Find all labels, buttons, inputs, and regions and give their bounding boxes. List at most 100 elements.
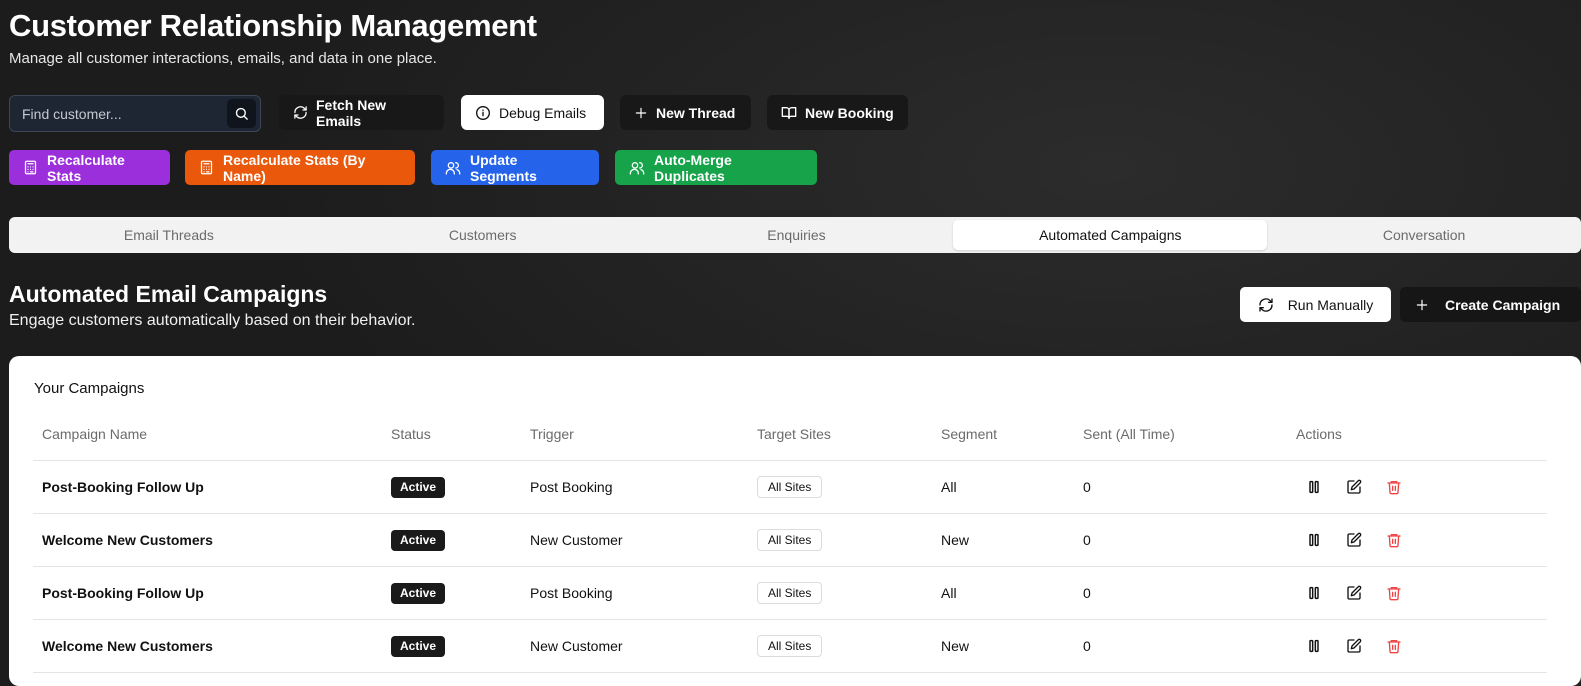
- update-segments-label: Update Segments: [470, 151, 537, 184]
- column-header: Campaign Name: [42, 426, 148, 442]
- create-campaign-label: Create Campaign: [1445, 296, 1561, 313]
- refresh-icon: [1258, 297, 1274, 313]
- target-sites-badge: All Sites: [757, 582, 823, 604]
- delete-icon[interactable]: [1386, 638, 1402, 654]
- search-input[interactable]: [10, 96, 220, 131]
- run-manually-label: Run Manually: [1287, 296, 1374, 313]
- calculator-icon: [23, 160, 38, 175]
- campaigns-table: Campaign Name Status Trigger Target Site…: [33, 426, 1547, 673]
- sent-cell: 0: [1083, 532, 1091, 548]
- status-cell: Active: [391, 514, 446, 566]
- trigger-cell: Post Booking: [530, 479, 613, 495]
- target-sites-badge: All Sites: [757, 529, 823, 551]
- section-subtitle: Engage customers automatically based on …: [9, 312, 416, 329]
- target-sites-cell: All Sites: [757, 461, 823, 513]
- column-header: Target Sites: [757, 426, 831, 442]
- status-cell: Active: [391, 461, 446, 513]
- campaign-name: Welcome New Customers: [42, 638, 213, 654]
- campaign-name: Post-Booking Follow Up: [42, 479, 204, 495]
- page-subtitle: Manage all customer interactions, emails…: [9, 50, 437, 67]
- column-header: Status: [391, 426, 431, 442]
- target-sites-cell: All Sites: [757, 620, 823, 672]
- edit-icon[interactable]: [1346, 585, 1362, 601]
- table-row: Post-Booking Follow Up Active Post Booki…: [33, 567, 1547, 620]
- pause-icon[interactable]: [1306, 585, 1322, 601]
- pause-icon[interactable]: [1306, 479, 1322, 495]
- segment-cell: All: [941, 479, 957, 495]
- tab-automated-campaigns[interactable]: Automated Campaigns: [953, 220, 1268, 250]
- book-open-icon: [781, 105, 797, 121]
- delete-icon[interactable]: [1386, 479, 1402, 495]
- tab-conversation[interactable]: Conversation: [1267, 220, 1581, 250]
- edit-icon[interactable]: [1346, 638, 1362, 654]
- delete-icon[interactable]: [1386, 532, 1402, 548]
- target-sites-badge: All Sites: [757, 476, 823, 498]
- delete-icon[interactable]: [1386, 585, 1402, 601]
- status-badge: Active: [391, 529, 446, 551]
- campaigns-card-title: Your Campaigns: [34, 380, 145, 397]
- column-header: Sent (All Time): [1083, 426, 1175, 442]
- run-manually-button[interactable]: Run Manually: [1240, 287, 1391, 322]
- pause-icon[interactable]: [1306, 638, 1322, 654]
- segment-cell: All: [941, 585, 957, 601]
- table-header-row: Campaign Name Status Trigger Target Site…: [33, 426, 1547, 461]
- status-cell: Active: [391, 567, 446, 619]
- fetch-emails-button[interactable]: Fetch New Emails: [279, 95, 444, 130]
- row-actions: [1306, 620, 1402, 672]
- create-campaign-button[interactable]: Create Campaign: [1400, 287, 1581, 322]
- trigger-cell: New Customer: [530, 532, 623, 548]
- recalculate-stats-label: Recalculate Stats: [47, 151, 125, 184]
- new-booking-button[interactable]: New Booking: [767, 95, 908, 130]
- trigger-cell: Post Booking: [530, 585, 613, 601]
- campaigns-card: Your Campaigns Campaign Name Status Trig…: [9, 356, 1581, 686]
- new-thread-label: New Thread: [656, 104, 736, 121]
- sent-cell: 0: [1083, 585, 1091, 601]
- edit-icon[interactable]: [1346, 479, 1362, 495]
- debug-emails-label: Debug Emails: [499, 104, 587, 121]
- recalculate-stats-by-name-label: Recalculate Stats (By Name): [223, 151, 366, 184]
- sent-cell: 0: [1083, 638, 1091, 654]
- plus-icon: [1415, 298, 1429, 312]
- column-header: Segment: [941, 426, 998, 442]
- tab-email-threads[interactable]: Email Threads: [12, 220, 326, 250]
- status-badge: Active: [391, 635, 446, 657]
- update-segments-button[interactable]: Update Segments: [431, 150, 599, 185]
- users-icon: [445, 160, 461, 176]
- auto-merge-duplicates-button[interactable]: Auto-Merge Duplicates: [615, 150, 817, 185]
- new-thread-button[interactable]: New Thread: [620, 95, 751, 130]
- debug-emails-button[interactable]: Debug Emails: [461, 95, 604, 130]
- section-title: Automated Email Campaigns: [9, 281, 328, 307]
- recalculate-stats-button[interactable]: Recalculate Stats: [9, 150, 170, 185]
- status-badge: Active: [391, 476, 446, 498]
- target-sites-badge: All Sites: [757, 635, 823, 657]
- table-row: Welcome New Customers Active New Custome…: [33, 514, 1547, 567]
- status-badge: Active: [391, 582, 446, 604]
- fetch-emails-label: Fetch New Emails: [316, 96, 387, 129]
- plus-icon: [634, 106, 648, 120]
- search-icon: [234, 106, 249, 121]
- campaign-name: Welcome New Customers: [42, 532, 213, 548]
- row-actions: [1306, 514, 1402, 566]
- edit-icon[interactable]: [1346, 532, 1362, 548]
- sent-cell: 0: [1083, 479, 1091, 495]
- new-booking-label: New Booking: [805, 104, 894, 121]
- segment-cell: New: [941, 532, 970, 548]
- row-actions: [1306, 461, 1402, 513]
- campaign-name: Post-Booking Follow Up: [42, 585, 204, 601]
- tab-customers[interactable]: Customers: [326, 220, 640, 250]
- users-icon: [629, 160, 645, 176]
- target-sites-cell: All Sites: [757, 514, 823, 566]
- pause-icon[interactable]: [1306, 532, 1322, 548]
- auto-merge-duplicates-label: Auto-Merge Duplicates: [654, 151, 732, 184]
- column-header: Trigger: [530, 426, 574, 442]
- search-button[interactable]: [227, 99, 256, 128]
- trigger-cell: New Customer: [530, 638, 623, 654]
- table-row: Welcome New Customers Active New Custome…: [33, 620, 1547, 673]
- tab-bar: Email Threads Customers Enquiries Automa…: [9, 217, 1581, 253]
- segment-cell: New: [941, 638, 970, 654]
- target-sites-cell: All Sites: [757, 567, 823, 619]
- tab-enquiries[interactable]: Enquiries: [640, 220, 954, 250]
- row-actions: [1306, 567, 1402, 619]
- page-title: Customer Relationship Management: [9, 8, 537, 43]
- recalculate-stats-by-name-button[interactable]: Recalculate Stats (By Name): [185, 150, 415, 185]
